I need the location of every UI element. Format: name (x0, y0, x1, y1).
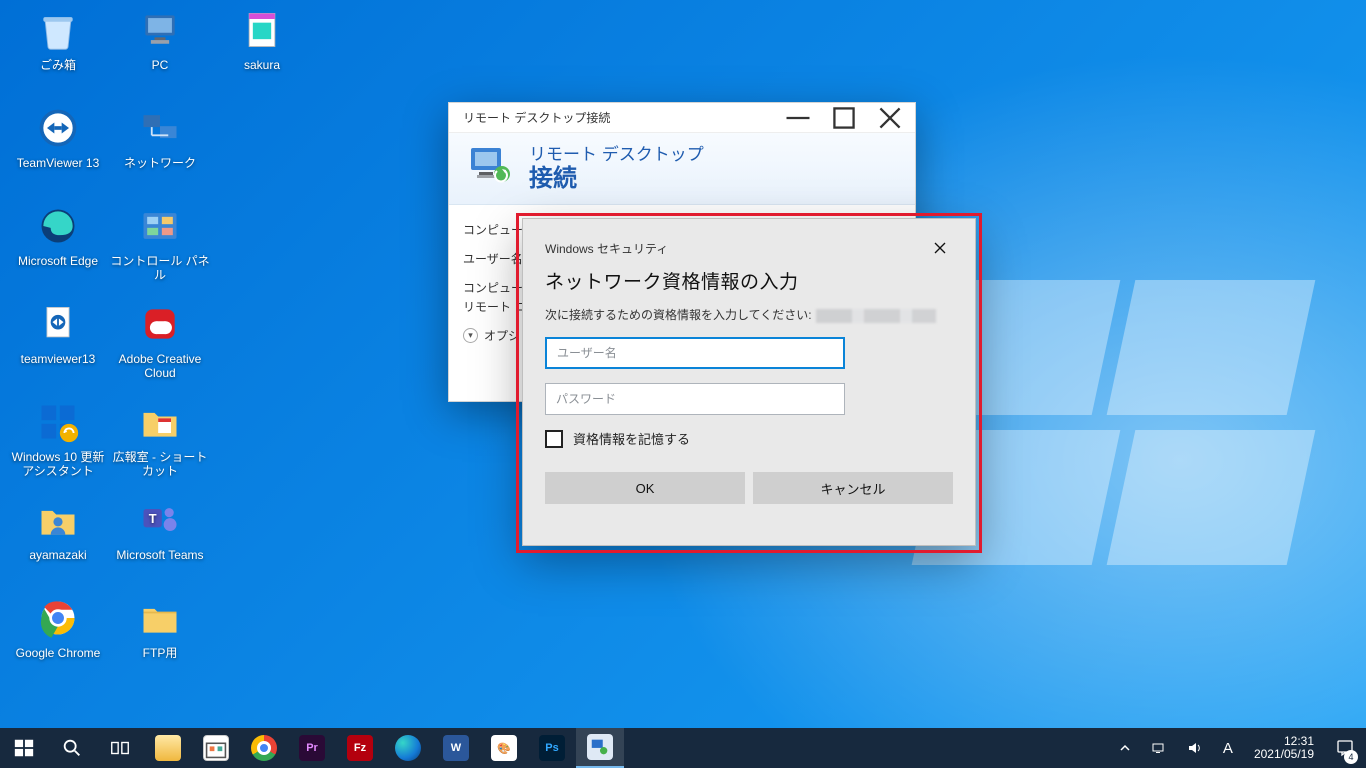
desktop-icon-teams[interactable]: T Microsoft Teams (110, 496, 210, 586)
security-brand: Windows セキュリティ (545, 240, 668, 257)
taskbar-explorer[interactable] (144, 728, 192, 768)
desktop-icon-label: Microsoft Teams (110, 548, 210, 562)
taskbar-search[interactable] (48, 728, 96, 768)
rdp-banner-line1: リモート デスクトップ (529, 145, 704, 165)
taskbar-filezilla[interactable]: Fz (336, 728, 384, 768)
chrome-icon (34, 594, 82, 642)
security-heading: ネットワーク資格情報の入力 (545, 267, 953, 294)
desktop-icon-label: sakura (212, 58, 312, 72)
desktop-icon-folder-user[interactable]: ayamazaki (8, 496, 108, 586)
desktop-icon-folder[interactable]: FTP用 (110, 594, 210, 684)
desktop-icon-label: 広報室 - ショートカット (110, 450, 210, 478)
redacted-target (816, 309, 936, 323)
tray-clock[interactable]: 12:31 2021/05/19 (1248, 735, 1320, 761)
checkbox-icon (545, 430, 563, 448)
tv-doc-icon (34, 300, 82, 348)
desktop-icon-updasst[interactable]: Windows 10 更新アシスタント (8, 398, 108, 488)
adobecc-icon (136, 300, 184, 348)
folder-doc-icon (136, 398, 184, 446)
taskbar-photoshop[interactable]: Ps (528, 728, 576, 768)
username-field[interactable] (545, 337, 845, 369)
tray-network-icon[interactable] (1146, 728, 1172, 768)
desktop-icon-tv-doc[interactable]: teamviewer13 (8, 300, 108, 390)
desktop-icon-adobecc[interactable]: Adobe Creative Cloud (110, 300, 210, 390)
tray-ime[interactable]: A (1218, 728, 1238, 768)
taskbar-chrome[interactable] (240, 728, 288, 768)
taskbar-rdp[interactable] (576, 728, 624, 768)
desktop-icon-label: ネットワーク (110, 156, 210, 170)
remember-credentials-checkbox[interactable]: 資格情報を記憶する (545, 429, 953, 448)
tray-overflow[interactable] (1114, 728, 1136, 768)
trash-icon (34, 6, 82, 54)
taskbar-edge[interactable] (384, 728, 432, 768)
dialog-close-button[interactable] (927, 235, 953, 261)
folder-icon (155, 735, 181, 761)
desktop-icon-label: FTP用 (110, 646, 210, 660)
folder-icon (136, 594, 184, 642)
taskbar-premiere[interactable]: Pr (288, 728, 336, 768)
desktop-icon-teamviewer[interactable]: TeamViewer 13 (8, 104, 108, 194)
desktop-icon-label: Adobe Creative Cloud (110, 352, 210, 380)
pc-icon (136, 6, 184, 54)
notification-badge: 4 (1344, 750, 1358, 764)
rdp-banner-line2: 接続 (529, 165, 704, 193)
desktop-icon-pc[interactable]: PC (110, 6, 210, 96)
search-icon (61, 737, 83, 759)
desktop-icon-label: teamviewer13 (8, 352, 108, 366)
taskbar-word[interactable]: W (432, 728, 480, 768)
folder-user-icon (34, 496, 82, 544)
minimize-button[interactable] (775, 103, 821, 133)
desktop-icon-label: PC (110, 58, 210, 72)
password-field[interactable] (545, 383, 845, 415)
desktop-icon-label: ayamazaki (8, 548, 108, 562)
security-subtext: 次に接続するための資格情報を入力してください: (545, 306, 953, 323)
updasst-icon (34, 398, 82, 446)
edge-icon (34, 202, 82, 250)
rdp-title: リモート デスクトップ接続 (463, 109, 610, 126)
desktop-icon-label: Windows 10 更新アシスタント (8, 450, 108, 478)
desktop-icon-cpanel[interactable]: コントロール パネル (110, 202, 210, 292)
teamviewer-icon (34, 104, 82, 152)
desktop-icon-edge[interactable]: Microsoft Edge (8, 202, 108, 292)
taskbar-store[interactable] (192, 728, 240, 768)
taskbar-paint[interactable]: 🎨 (480, 728, 528, 768)
task-view-button[interactable] (96, 728, 144, 768)
desktop-icon-folder-doc[interactable]: 広報室 - ショートカット (110, 398, 210, 488)
system-tray: A 12:31 2021/05/19 4 (1108, 728, 1366, 768)
rdp-banner-icon (467, 142, 515, 195)
desktop-icon-notepad[interactable]: sakura (212, 6, 312, 96)
network-icon (136, 104, 184, 152)
desktop-icon-label: TeamViewer 13 (8, 156, 108, 170)
close-button[interactable] (867, 103, 913, 133)
teams-icon: T (136, 496, 184, 544)
desktop-icon-trash[interactable]: ごみ箱 (8, 6, 108, 96)
chevron-down-icon: ▾ (463, 328, 478, 343)
start-button[interactable] (0, 728, 48, 768)
cancel-button[interactable]: キャンセル (753, 472, 953, 504)
svg-text:T: T (149, 511, 157, 526)
windows-security-dialog: Windows セキュリティ ネットワーク資格情報の入力 次に接続するための資格… (522, 218, 976, 546)
notepad-icon (238, 6, 286, 54)
desktop-icon-label: Microsoft Edge (8, 254, 108, 268)
desktop-icon-network[interactable]: ネットワーク (110, 104, 210, 194)
ok-button[interactable]: OK (545, 472, 745, 504)
tray-volume-icon[interactable] (1182, 728, 1208, 768)
desktop-icon-label: コントロール パネル (110, 254, 210, 282)
taskbar: Pr Fz W 🎨 Ps A 12:31 2021/05/19 4 (0, 728, 1366, 768)
maximize-button[interactable] (821, 103, 867, 133)
desktop-icon-label: Google Chrome (8, 646, 108, 660)
desktop-icon-label: ごみ箱 (8, 58, 108, 72)
desktop-icon-chrome[interactable]: Google Chrome (8, 594, 108, 684)
action-center-button[interactable]: 4 (1330, 728, 1360, 768)
cpanel-icon (136, 202, 184, 250)
